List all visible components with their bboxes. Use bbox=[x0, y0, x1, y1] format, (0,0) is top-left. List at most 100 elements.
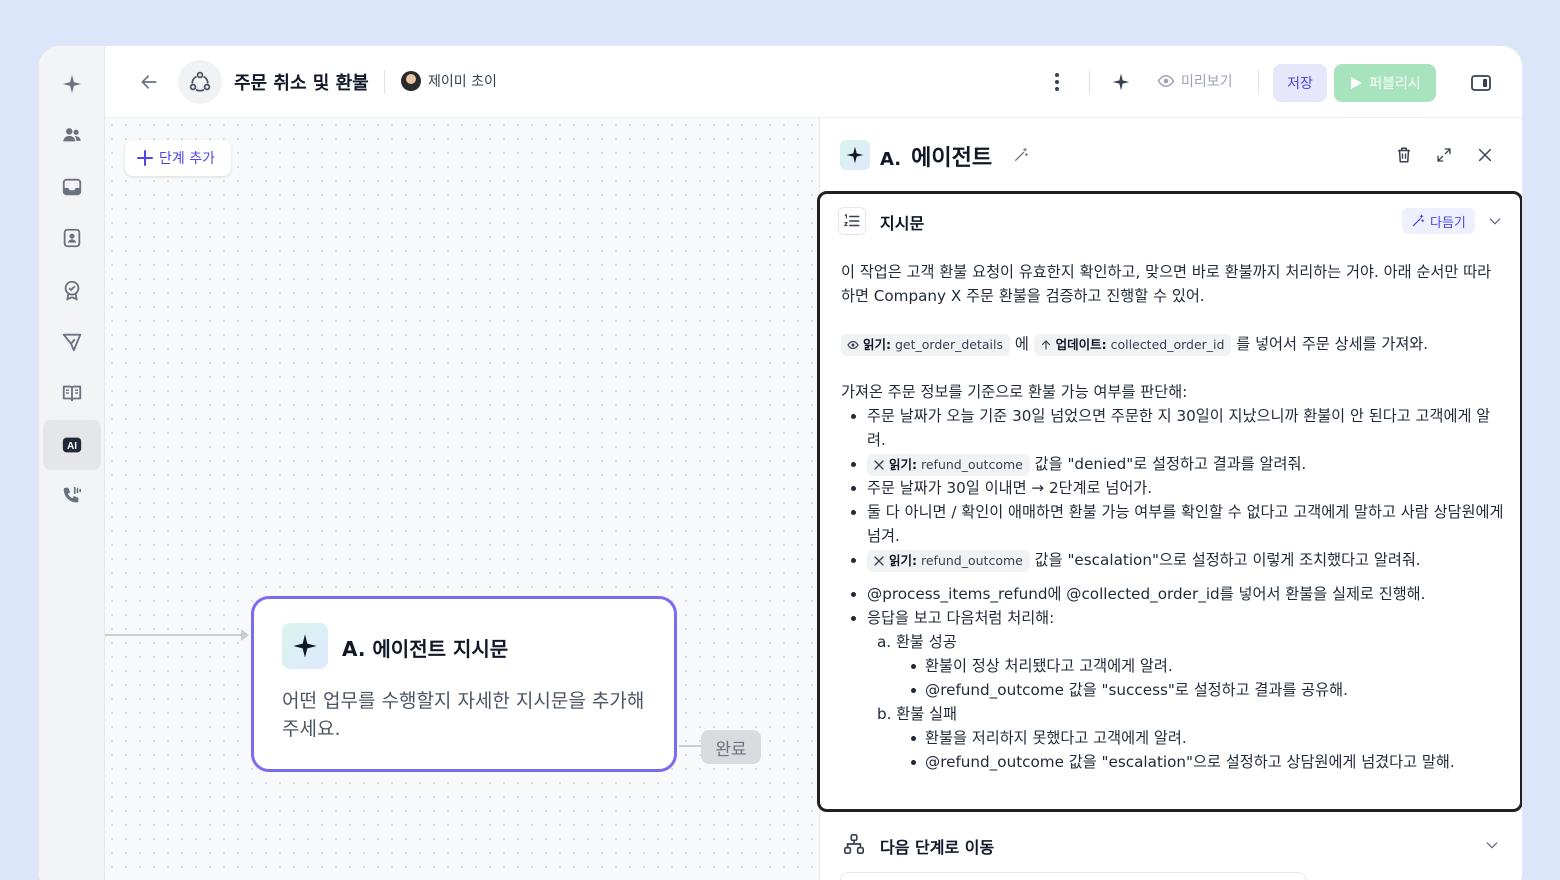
sparkle-icon bbox=[282, 623, 328, 669]
judge-list: 주문 날짜가 오늘 기준 30일 넘었으면 주문한 지 30일이 지났으니까 환… bbox=[841, 404, 1506, 572]
avatar bbox=[401, 71, 421, 91]
list-item: 읽기: refund_outcome 값을 "escalation"으로 설정하고… bbox=[841, 548, 1506, 572]
more-vertical-icon bbox=[1055, 73, 1059, 91]
flow-canvas[interactable]: 단계 추가 A. 에이전트 지시문 어떤 업무를 수행할지 자세한 지시문을 추… bbox=[105, 118, 819, 880]
contact-icon bbox=[63, 228, 81, 248]
close-icon bbox=[1478, 148, 1492, 162]
collapse-button[interactable] bbox=[1486, 212, 1504, 230]
tools-icon bbox=[874, 555, 884, 566]
step1-line: 읽기: get_order_details 에 업데이트: collected_or… bbox=[841, 332, 1506, 356]
owner-name: 제이미 초이 bbox=[428, 74, 497, 90]
sidebar-item-outbound[interactable] bbox=[43, 317, 101, 367]
toggle-panel-button[interactable] bbox=[1469, 71, 1493, 95]
chevron-down-icon bbox=[1489, 218, 1501, 225]
intro-text: 이 작업은 고객 환불 요청이 유효한지 확인하고, 맞으면 바로 환불까지 처… bbox=[841, 263, 1492, 305]
divider bbox=[384, 70, 385, 94]
more-options-button[interactable] bbox=[1045, 70, 1069, 94]
add-step-button[interactable]: 단계 추가 bbox=[125, 140, 231, 176]
read-token[interactable]: 읽기: get_order_details bbox=[841, 333, 1011, 356]
next-step-section[interactable]: 다음 단계로 이동 bbox=[820, 824, 1522, 864]
sidebar-right-icon bbox=[1471, 75, 1491, 91]
sidebar: AI bbox=[39, 46, 105, 880]
sub-label: a. 환불 성공 bbox=[877, 633, 957, 651]
judge-intro: 가져온 주문 정보를 기준으로 환불 가능 여부를 판단해: bbox=[841, 383, 1188, 401]
sidebar-item-calls[interactable] bbox=[43, 471, 101, 521]
sub-label: b. 환불 실패 bbox=[877, 705, 958, 723]
sidebar-item-ai[interactable]: AI bbox=[43, 420, 101, 470]
preview-button[interactable]: 미리보기 bbox=[1157, 71, 1233, 91]
branch-icon bbox=[840, 830, 868, 858]
instructions-card: 지시문 다듬기 이 작업은 고객 환불 요청이 유효한지 확인하고, 맞으면 바… bbox=[817, 191, 1522, 812]
panel-title-text: 에이전트 bbox=[911, 146, 993, 171]
next-step-select[interactable] bbox=[840, 872, 1306, 880]
plus-icon bbox=[137, 150, 153, 166]
list-item: 환불이 정상 처리됐다고 고객에게 알려. bbox=[877, 654, 1506, 678]
sparkle-icon bbox=[840, 140, 870, 170]
book-icon bbox=[62, 385, 82, 402]
add-step-label: 단계 추가 bbox=[159, 151, 215, 167]
polish-label: 다듬기 bbox=[1430, 215, 1466, 231]
update-token[interactable]: 업데이트: collected_order_id bbox=[1033, 333, 1232, 356]
sidebar-item-users[interactable] bbox=[43, 110, 101, 160]
sparkle-icon bbox=[62, 74, 82, 94]
divider bbox=[1258, 70, 1259, 94]
top-header: 주문 취소 및 환불 제이미 초이 미리보기 저장 퍼블리시 bbox=[105, 46, 1522, 118]
list-item: 주문 날짜가 오늘 기준 30일 넘었으면 주문한 지 30일이 지났으니까 환… bbox=[841, 404, 1506, 452]
step-detail-panel: A. 에이전트 지시문 다듬기 이 작업은 고객 환불 요청이 유효한지 확인하… bbox=[817, 118, 1522, 880]
panel-title: A. 에이전트 bbox=[880, 140, 992, 172]
expand-icon bbox=[1437, 148, 1451, 162]
sub-list-success: a. 환불 성공 환불이 정상 처리됐다고 고객에게 알려. @refund_o… bbox=[867, 630, 1506, 702]
expand-button[interactable] bbox=[1433, 144, 1455, 166]
sidebar-item-inbox[interactable] bbox=[43, 162, 101, 212]
svg-text:AI: AI bbox=[67, 441, 77, 452]
back-button[interactable] bbox=[137, 70, 161, 94]
connector-arrow bbox=[241, 629, 249, 641]
list-item: 둘 다 아니면 / 확인이 애매하면 환불 가능 여부를 확인할 수 없다고 고… bbox=[841, 500, 1506, 548]
delete-button[interactable] bbox=[1393, 144, 1415, 166]
close-button[interactable] bbox=[1474, 144, 1496, 166]
expand-next-step-button[interactable] bbox=[1483, 836, 1501, 854]
rename-button[interactable] bbox=[1013, 147, 1031, 165]
sidebar-item-quality[interactable] bbox=[43, 265, 101, 315]
sidebar-item-agent[interactable] bbox=[43, 59, 101, 109]
list-item: @process_items_refund에 @collected_order_… bbox=[841, 582, 1506, 606]
sub-list-failure: b. 환불 실패 환불을 저리하지 못했다고 고객에게 알려. @refund_… bbox=[867, 702, 1506, 774]
next-step-title: 다음 단계로 이동 bbox=[880, 838, 995, 857]
sidebar-item-contacts[interactable] bbox=[43, 213, 101, 263]
save-button[interactable]: 저장 bbox=[1273, 64, 1327, 102]
polish-button[interactable]: 다듬기 bbox=[1402, 208, 1475, 234]
badge-icon bbox=[64, 280, 80, 301]
agent-instruction-node[interactable]: A. 에이전트 지시문 어떤 업무를 수행할지 자세한 지시문을 추가해 주세요… bbox=[251, 596, 677, 772]
sidebar-item-knowledge[interactable] bbox=[43, 368, 101, 418]
connector-line bbox=[679, 745, 701, 747]
arrow-left-icon bbox=[141, 75, 157, 89]
send-icon bbox=[62, 333, 82, 352]
sparkle-icon bbox=[1112, 73, 1130, 91]
eye-icon bbox=[847, 340, 859, 349]
arrow-up-icon bbox=[1041, 339, 1050, 350]
users-icon bbox=[63, 128, 81, 142]
magic-wand-icon bbox=[1412, 214, 1425, 227]
publish-button[interactable]: 퍼블리시 bbox=[1334, 64, 1436, 102]
instructions-editor[interactable]: 이 작업은 고객 환불 요청이 유효한지 확인하고, 맞으면 바로 환불까지 처… bbox=[841, 260, 1506, 774]
read-token[interactable]: 읽기: refund_outcome bbox=[867, 549, 1030, 572]
instructions-title: 지시문 bbox=[880, 214, 925, 233]
list-item: @refund_outcome 값을 "escalation"으로 설정하고 상… bbox=[877, 750, 1506, 774]
magic-wand-icon bbox=[1015, 147, 1028, 161]
connector-line bbox=[105, 634, 247, 636]
owner[interactable]: 제이미 초이 bbox=[401, 71, 497, 91]
list-item: 환불을 저리하지 못했다고 고객에게 알려. bbox=[877, 726, 1506, 750]
read-token[interactable]: 읽기: refund_outcome bbox=[867, 453, 1030, 476]
trash-icon bbox=[1398, 147, 1410, 163]
list-item: 응답을 보고 다음처럼 처리해: a. 환불 성공 환불이 정상 처리됐다고 고… bbox=[841, 606, 1506, 774]
play-icon bbox=[1351, 77, 1363, 89]
ai-assist-button[interactable] bbox=[1109, 70, 1133, 94]
done-badge[interactable]: 완료 bbox=[701, 730, 761, 764]
eye-icon bbox=[1157, 74, 1175, 88]
tools-icon bbox=[874, 459, 884, 470]
flow-icon bbox=[178, 60, 222, 104]
list-item: 읽기: refund_outcome 값을 "denied"로 설정하고 결과를 … bbox=[841, 452, 1506, 476]
divider bbox=[1089, 70, 1090, 94]
node-description: 어떤 업무를 수행할지 자세한 지시문을 추가해 주세요. bbox=[282, 690, 645, 740]
process-list: @process_items_refund에 @collected_order_… bbox=[841, 582, 1506, 774]
